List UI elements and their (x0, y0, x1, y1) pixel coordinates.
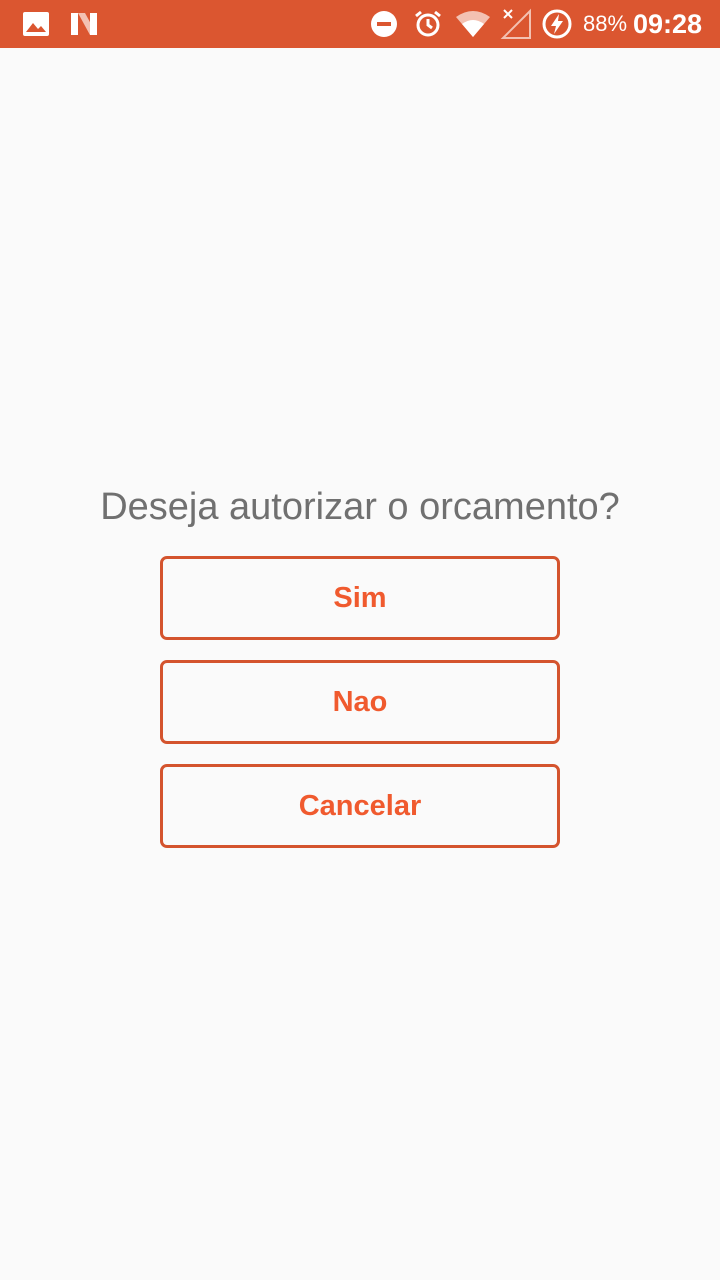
image-icon (22, 0, 50, 48)
clock-time: 09:28 (633, 9, 703, 39)
battery-percent: 88% (583, 11, 628, 36)
n-logo-icon (68, 0, 100, 48)
cancel-button-label: Cancelar (298, 789, 422, 822)
main-content: Deseja autorizar o orcamento? Sim Nao Ca… (0, 48, 720, 1280)
yes-button-label: Sim (333, 581, 387, 614)
status-bar: 88% 09:28 (0, 0, 720, 48)
alarm-icon (412, 0, 444, 48)
do-not-disturb-icon (368, 0, 400, 48)
question-text: Deseja autorizar o orcamento? (100, 486, 620, 528)
no-button[interactable]: Nao (160, 660, 560, 744)
cancel-button[interactable]: Cancelar (160, 764, 560, 848)
battery-charging-icon (541, 0, 573, 48)
wifi-icon (455, 0, 491, 48)
yes-button[interactable]: Sim (160, 556, 560, 640)
no-button-label: Nao (332, 685, 388, 718)
no-signal-icon (500, 0, 532, 48)
